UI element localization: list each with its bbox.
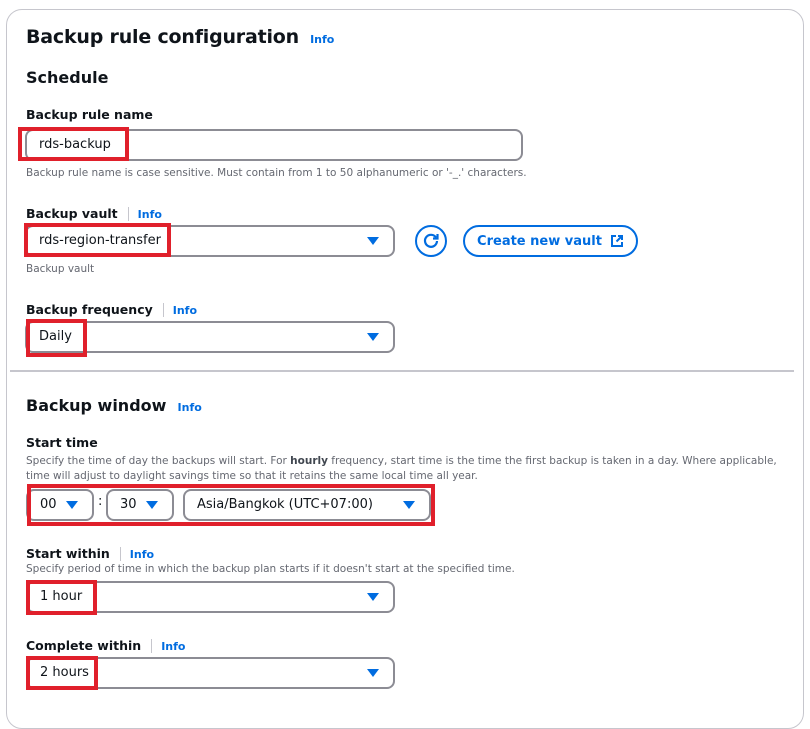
frequency-value: Daily xyxy=(39,329,72,344)
start-within-label: Start within xyxy=(26,546,110,561)
vault-info-link[interactable]: Info xyxy=(138,208,162,221)
label-separator xyxy=(127,206,129,221)
start-within-description: Specify period of time in which the back… xyxy=(26,563,515,575)
rule-name-label: Backup rule name xyxy=(26,107,153,122)
backup-window-info-link[interactable]: Info xyxy=(178,401,202,414)
timezone-select[interactable]: Asia/Bangkok (UTC+07:00) xyxy=(183,489,431,521)
backup-window-header: Backup window Info xyxy=(26,396,202,415)
schedule-heading: Schedule xyxy=(26,68,109,87)
start-hour-select[interactable]: 00 xyxy=(26,489,94,521)
create-new-vault-button[interactable]: Create new vault xyxy=(463,225,638,257)
rule-name-hint: Backup rule name is case sensitive. Must… xyxy=(26,167,527,179)
start-time-description: Specify the time of day the backups will… xyxy=(26,454,786,484)
rule-name-input[interactable]: rds-backup xyxy=(25,129,523,161)
start-within-value: 1 hour xyxy=(40,589,83,604)
desc-text: Specify the time of day the backups will… xyxy=(26,455,291,467)
vault-hint: Backup vault xyxy=(26,263,95,275)
rule-name-value: rds-backup xyxy=(39,137,111,152)
frequency-info-link[interactable]: Info xyxy=(173,304,197,317)
complete-within-label: Complete within xyxy=(26,638,142,653)
complete-within-select[interactable]: 2 hours xyxy=(26,657,395,689)
refresh-vaults-button[interactable] xyxy=(415,225,447,257)
start-minute-select[interactable]: 30 xyxy=(106,489,174,521)
caret-down-icon xyxy=(403,501,415,509)
header-info-link[interactable]: Info xyxy=(310,33,334,46)
start-hour-value: 00 xyxy=(40,497,57,512)
refresh-icon xyxy=(423,233,439,248)
time-separator: : xyxy=(98,494,103,509)
backup-window-heading: Backup window xyxy=(26,396,167,415)
caret-down-icon xyxy=(367,333,379,341)
start-time-label: Start time xyxy=(26,435,98,450)
page-title: Backup rule configuration xyxy=(26,26,299,48)
caret-down-icon xyxy=(66,501,78,509)
frequency-label-row: Backup frequency Info xyxy=(26,299,197,318)
label-separator xyxy=(162,302,164,317)
frequency-label: Backup frequency xyxy=(26,302,153,317)
vault-label: Backup vault xyxy=(26,206,118,221)
caret-down-icon xyxy=(367,593,379,601)
page-header: Backup rule configuration Info xyxy=(26,26,334,48)
label-separator xyxy=(119,546,121,561)
start-minute-value: 30 xyxy=(120,497,137,512)
vault-select[interactable]: rds-region-transfer xyxy=(25,225,395,257)
timezone-value: Asia/Bangkok (UTC+07:00) xyxy=(197,497,373,512)
caret-down-icon xyxy=(367,237,379,245)
start-within-select[interactable]: 1 hour xyxy=(26,581,395,613)
vault-label-row: Backup vault Info xyxy=(26,203,162,222)
complete-within-label-row: Complete within Info xyxy=(26,635,185,654)
start-within-info-link[interactable]: Info xyxy=(130,548,154,561)
external-link-icon xyxy=(610,235,623,247)
start-within-label-row: Start within Info xyxy=(26,543,154,562)
frequency-select[interactable]: Daily xyxy=(25,321,395,353)
label-separator xyxy=(151,638,153,653)
desc-bold-text: hourly xyxy=(290,455,328,467)
create-new-vault-label: Create new vault xyxy=(477,233,602,249)
complete-within-info-link[interactable]: Info xyxy=(161,640,185,653)
caret-down-icon xyxy=(146,501,158,509)
vault-value: rds-region-transfer xyxy=(39,233,161,248)
caret-down-icon xyxy=(367,669,379,677)
section-divider xyxy=(10,370,794,372)
complete-within-value: 2 hours xyxy=(40,665,89,680)
